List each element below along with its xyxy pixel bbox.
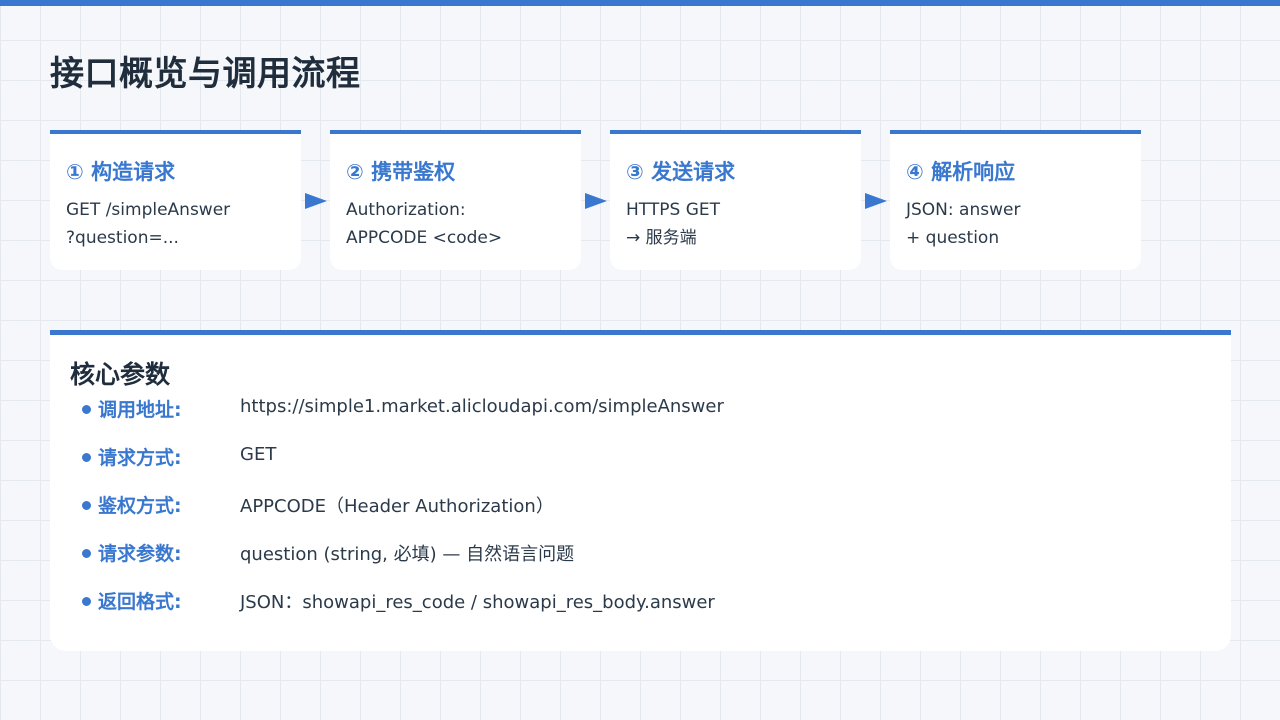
step-line: Authorization: — [346, 200, 466, 220]
bullet-dot-icon — [82, 405, 91, 414]
step-card-parse-response: ④ 解析响应 JSON: answer + question — [890, 130, 1141, 270]
page-title: 接口概览与调用流程 — [50, 54, 361, 94]
step-line: GET /simpleAnswer — [66, 200, 231, 220]
step-line: + question — [906, 228, 1000, 248]
step-card-send-request: ③ 发送请求 HTTPS GET → 服务端 — [610, 130, 861, 270]
param-value: https://simple1.market.alicloudapi.com/s… — [240, 396, 724, 417]
param-row-request-params: 请求参数: question (string, 必填) — 自然语言问题 — [82, 537, 1202, 569]
param-row-response-format: 返回格式: JSON：showapi_res_code / showapi_re… — [82, 585, 1202, 617]
step-title: ③ 发送请求 — [626, 160, 736, 184]
param-value: question (string, 必填) — 自然语言问题 — [240, 544, 575, 565]
param-label: 调用地址: — [98, 399, 182, 421]
arrow-right-icon — [585, 193, 607, 209]
step-line: JSON: answer — [906, 200, 1021, 220]
param-value: JSON：showapi_res_code / showapi_res_body… — [240, 592, 715, 613]
step-title: ① 构造请求 — [66, 160, 176, 184]
bullet-dot-icon — [82, 453, 91, 462]
core-params-panel: 核心参数 调用地址: https://simple1.market.aliclo… — [50, 330, 1231, 651]
step-line: → 服务端 — [626, 228, 697, 248]
param-row-auth: 鉴权方式: APPCODE（Header Authorization） — [82, 489, 1202, 521]
step-card-authorization: ② 携带鉴权 Authorization: APPCODE <code> — [330, 130, 581, 270]
param-value: GET — [240, 444, 277, 465]
step-card-build-request: ① 构造请求 GET /simpleAnswer ?question=... — [50, 130, 301, 270]
step-line: ?question=... — [66, 228, 179, 248]
step-line: APPCODE <code> — [346, 228, 503, 248]
arrow-right-icon — [305, 193, 327, 209]
step-line: HTTPS GET — [626, 200, 720, 220]
top-accent-bar — [0, 0, 1280, 6]
param-value: APPCODE（Header Authorization） — [240, 496, 554, 517]
step-title: ④ 解析响应 — [906, 160, 1016, 184]
step-title: ② 携带鉴权 — [346, 160, 456, 184]
bullet-dot-icon — [82, 549, 91, 558]
param-row-endpoint: 调用地址: https://simple1.market.alicloudapi… — [82, 393, 1202, 425]
panel-title: 核心参数 — [70, 360, 171, 389]
param-row-method: 请求方式: GET — [82, 441, 1202, 473]
param-label: 返回格式: — [98, 591, 182, 613]
param-label: 请求参数: — [98, 543, 182, 565]
bullet-dot-icon — [82, 501, 91, 510]
bullet-dot-icon — [82, 597, 91, 606]
param-label: 鉴权方式: — [98, 495, 182, 517]
param-label: 请求方式: — [98, 447, 182, 469]
arrow-right-icon — [865, 193, 887, 209]
